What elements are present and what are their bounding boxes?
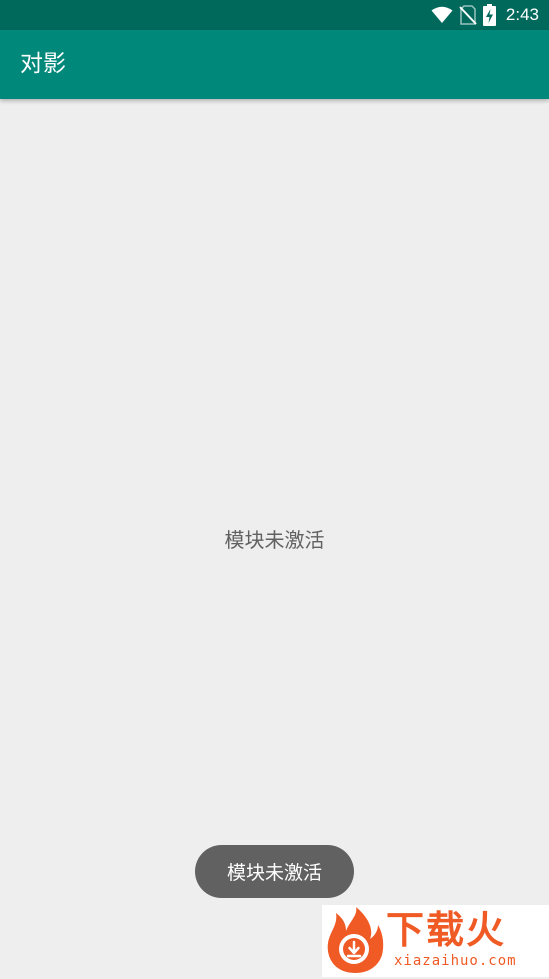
watermark-site: xiazaihuo.com [394, 953, 517, 969]
module-status-message: 模块未激活 [224, 528, 325, 552]
app-title: 对影 [20, 51, 66, 77]
flame-logo-icon [324, 907, 386, 979]
status-bar: 2:43 [0, 0, 549, 30]
battery-charging-icon [482, 4, 496, 26]
toast-message: 模块未激活 [195, 845, 354, 898]
no-sim-icon [459, 5, 477, 25]
watermark: 下载火 xiazaihuo.com [322, 905, 549, 977]
status-icons: 2:43 [431, 0, 539, 30]
app-bar: 对影 [0, 30, 549, 99]
status-time: 2:43 [505, 5, 539, 24]
watermark-brand: 下载火 [386, 908, 507, 952]
wifi-icon [431, 6, 453, 24]
